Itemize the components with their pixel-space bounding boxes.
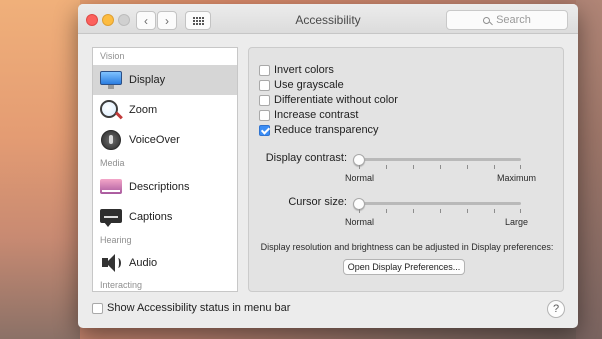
slider-tick xyxy=(494,209,495,213)
captions-icon xyxy=(99,206,123,228)
display-contrast-max-label: Maximum xyxy=(497,173,537,183)
window-title: Accessibility xyxy=(295,13,361,27)
slider-tick xyxy=(440,165,441,169)
section-header-media: Media xyxy=(100,158,125,168)
cursor-size-track[interactable] xyxy=(353,202,521,205)
display-settings-pane: Invert colors Use grayscale Differentiat… xyxy=(248,47,564,292)
voiceover-icon xyxy=(99,129,123,151)
slider-tick xyxy=(440,209,441,213)
descriptions-icon xyxy=(99,176,123,198)
sidebar: Vision Display Zoom VoiceOver Media Desc… xyxy=(92,47,238,292)
sidebar-item-audio[interactable]: Audio xyxy=(93,248,237,278)
option-label: Increase contrast xyxy=(274,109,359,121)
zoom-icon xyxy=(99,99,123,121)
slider-tick xyxy=(386,209,387,213)
close-window-button[interactable] xyxy=(86,14,98,26)
reduce-transparency-checkbox[interactable] xyxy=(259,124,270,136)
slider-tick xyxy=(467,165,468,169)
slider-tick xyxy=(359,165,360,169)
forward-button[interactable]: › xyxy=(157,11,177,30)
audio-icon xyxy=(99,252,123,274)
sidebar-item-zoom[interactable]: Zoom xyxy=(93,95,237,125)
help-icon: ? xyxy=(552,303,560,315)
display-contrast-track[interactable] xyxy=(353,158,521,161)
zoom-window-button[interactable] xyxy=(118,14,130,26)
search-field[interactable]: Search xyxy=(446,10,568,30)
invert-colors-checkbox[interactable] xyxy=(259,64,270,76)
minimize-window-button[interactable] xyxy=(102,14,114,26)
option-label: Reduce transparency xyxy=(274,124,379,136)
back-button[interactable]: ‹ xyxy=(136,11,156,30)
sidebar-item-captions[interactable]: Captions xyxy=(93,202,237,232)
sidebar-item-label: Audio xyxy=(129,257,158,269)
display-contrast-min-label: Normal xyxy=(345,173,375,183)
search-placeholder: Search xyxy=(496,14,531,26)
section-header-hearing: Hearing xyxy=(100,235,132,245)
sidebar-item-label: Display xyxy=(129,74,166,86)
show-status-checkbox[interactable] xyxy=(92,302,103,314)
option-label: Use grayscale xyxy=(274,79,344,91)
option-use-grayscale[interactable]: Use grayscale xyxy=(259,78,344,92)
preferences-window: ‹ › Accessibility Search Vision Display … xyxy=(78,4,578,328)
option-reduce-transparency[interactable]: Reduce transparency xyxy=(259,123,379,137)
option-invert-colors[interactable]: Invert colors xyxy=(259,63,334,77)
slider-tick xyxy=(467,209,468,213)
slider-tick xyxy=(386,165,387,169)
option-differentiate-without-color[interactable]: Differentiate without color xyxy=(259,93,398,107)
chevron-right-icon: › xyxy=(165,13,169,28)
display-contrast-label: Display contrast: xyxy=(265,152,347,164)
sidebar-item-label: Captions xyxy=(129,211,173,223)
show-status-label: Show Accessibility status in menu bar xyxy=(107,302,291,314)
slider-tick xyxy=(520,209,521,213)
slider-tick xyxy=(413,209,414,213)
chevron-left-icon: ‹ xyxy=(144,13,148,28)
sidebar-item-label: VoiceOver xyxy=(129,134,180,146)
use-grayscale-checkbox[interactable] xyxy=(259,79,270,91)
slider-tick xyxy=(413,165,414,169)
option-label: Differentiate without color xyxy=(274,94,398,106)
title-bar: ‹ › Accessibility Search xyxy=(78,4,578,34)
sidebar-item-descriptions[interactable]: Descriptions xyxy=(93,172,237,202)
slider-tick xyxy=(359,209,360,213)
cursor-size-min-label: Normal xyxy=(345,217,375,227)
desktop-wallpaper-right xyxy=(576,0,602,339)
help-button[interactable]: ? xyxy=(547,300,565,318)
open-display-preferences-button[interactable]: Open Display Preferences... xyxy=(343,259,465,275)
sidebar-item-voiceover[interactable]: VoiceOver xyxy=(93,125,237,155)
cursor-size-label: Cursor size: xyxy=(288,196,347,208)
section-header-interacting: Interacting xyxy=(100,280,143,290)
show-status-option[interactable]: Show Accessibility status in menu bar xyxy=(92,302,290,314)
option-increase-contrast[interactable]: Increase contrast xyxy=(259,108,358,122)
section-header-vision: Vision xyxy=(100,51,125,61)
show-all-button[interactable] xyxy=(185,11,211,30)
grid-icon xyxy=(192,16,204,25)
increase-contrast-checkbox[interactable] xyxy=(259,109,270,121)
sidebar-item-label: Descriptions xyxy=(129,181,190,193)
cursor-size-max-label: Large xyxy=(505,217,529,227)
sidebar-item-label: Zoom xyxy=(129,104,158,116)
display-preferences-info: Display resolution and brightness can be… xyxy=(260,242,554,252)
slider-tick xyxy=(520,165,521,169)
sidebar-item-display[interactable]: Display xyxy=(93,65,237,95)
slider-tick xyxy=(494,165,495,169)
display-icon xyxy=(99,69,123,91)
search-icon xyxy=(483,16,491,24)
differentiate-without-color-checkbox[interactable] xyxy=(259,94,270,106)
desktop-wallpaper-left xyxy=(0,0,80,339)
option-label: Invert colors xyxy=(274,64,334,76)
